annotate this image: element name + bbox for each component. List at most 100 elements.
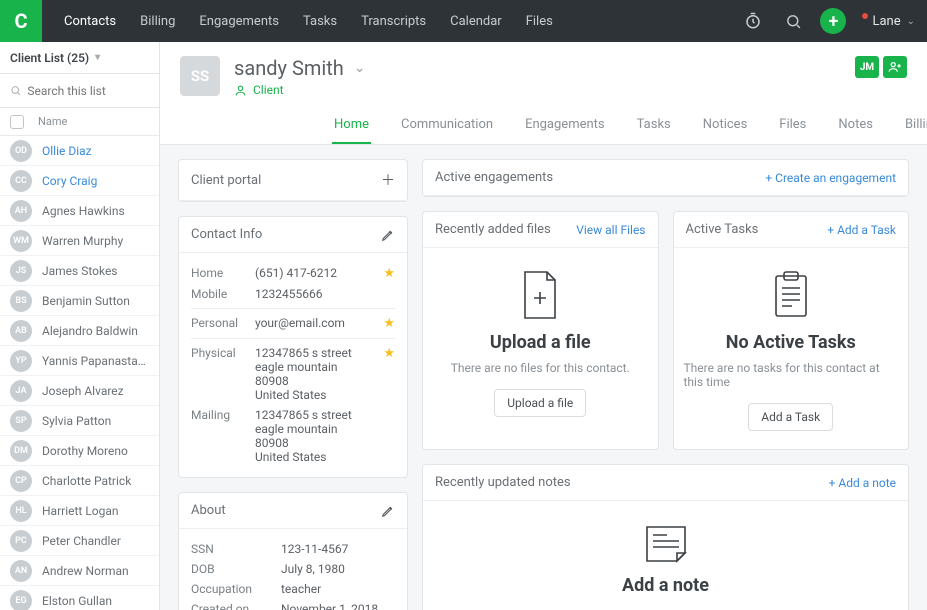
list-item[interactable]: BS Benjamin Sutton [0, 286, 159, 316]
nav-item-engagements[interactable]: Engagements [187, 0, 291, 42]
avatar: AH [10, 200, 32, 222]
contact-info-card: Contact Info Home (651) 417-6212 ★ Mobil… [178, 216, 408, 478]
field-label: Personal [191, 316, 245, 330]
field-label: Occupation [191, 582, 271, 596]
field-row: DOB July 8, 1980 [191, 559, 395, 579]
list-item[interactable]: DM Dorothy Moreno [0, 436, 159, 466]
field-value: November 1, 2018 [281, 602, 395, 610]
plus-icon[interactable]: ＋ [381, 170, 395, 190]
field-label: Physical [191, 346, 245, 360]
star-icon: ★ [383, 346, 395, 361]
add-note-link[interactable]: + Add a note [829, 476, 896, 490]
client-name-label: Harriett Logan [42, 504, 119, 518]
tab-notices[interactable]: Notices [701, 117, 750, 144]
list-item[interactable]: PC Peter Chandler [0, 526, 159, 556]
user-menu[interactable]: Lane ⌄ [860, 14, 915, 29]
list-item[interactable]: JA Joseph Alvarez [0, 376, 159, 406]
add-member-button[interactable] [883, 56, 907, 78]
chevron-down-icon: ⌄ [907, 16, 915, 27]
nav-item-calendar[interactable]: Calendar [438, 0, 514, 42]
field-value: your@email.com [255, 316, 369, 330]
avatar: OD [10, 140, 32, 162]
chevron-down-icon[interactable]: ⌄ [354, 60, 366, 76]
avatar: PC [10, 530, 32, 552]
field-label: SSN [191, 542, 271, 556]
notification-dot-icon [862, 13, 868, 19]
tab-home[interactable]: Home [332, 117, 371, 144]
field-value: 1232455666 [255, 287, 395, 301]
edit-icon[interactable] [381, 504, 395, 518]
contact-avatar: SS [180, 56, 220, 96]
recently-updated-notes-card: Recently updated notes + Add a note Add … [422, 464, 909, 610]
profile-header: SS sandy Smith ⌄ Client JM [160, 42, 927, 145]
app-logo[interactable]: C [0, 0, 42, 42]
avatar: EG [10, 590, 32, 610]
name-column-header: Name [38, 115, 67, 128]
tab-notes[interactable]: Notes [836, 117, 875, 144]
field-value: (651) 417-6212 [255, 266, 369, 280]
timer-icon[interactable] [740, 8, 766, 34]
field-row: SSN 123-11-4567 [191, 539, 395, 559]
search-icon[interactable] [780, 8, 806, 34]
client-list-dropdown[interactable]: Client List (25) ▾ [0, 42, 159, 74]
nav-item-files[interactable]: Files [514, 0, 565, 42]
list-item[interactable]: AN Andrew Norman [0, 556, 159, 586]
star-icon: ★ [383, 266, 395, 281]
list-item[interactable]: AH Agnes Hawkins [0, 196, 159, 226]
client-name-label: Sylvia Patton [42, 414, 111, 428]
field-value: 12347865 s streeteagle mountain80908Unit… [255, 408, 395, 464]
list-item[interactable]: WM Warren Murphy [0, 226, 159, 256]
list-item[interactable]: OD Ollie Diaz [0, 136, 159, 166]
tasks-heading: No Active Tasks [726, 332, 856, 353]
notes-heading: Add a note [622, 575, 709, 596]
notes-card-title: Recently updated notes [435, 475, 571, 490]
client-name-label: Peter Chandler [42, 534, 121, 548]
list-item[interactable]: YP Yannis Papanastasopou [0, 346, 159, 376]
add-task-button[interactable]: Add a Task [748, 403, 833, 431]
active-tasks-card: Active Tasks + Add a Task No Active Task… [673, 211, 910, 450]
field-row: Physical 12347865 s streeteagle mountain… [191, 343, 395, 405]
search-input[interactable] [27, 84, 149, 98]
create-engagement-link[interactable]: + Create an engagement [765, 171, 896, 185]
tab-billing[interactable]: Billing [903, 117, 927, 144]
field-label: Mailing [191, 408, 245, 422]
upload-file-button[interactable]: Upload a file [494, 389, 586, 417]
star-icon: ★ [383, 316, 395, 331]
field-label: Created on [191, 602, 271, 610]
client-name-label: Joseph Alvarez [42, 384, 124, 398]
profile-tabs: Home Communication Engagements Tasks Notices… [180, 117, 907, 144]
nav-item-tasks[interactable]: Tasks [291, 0, 349, 42]
tab-files[interactable]: Files [777, 117, 808, 144]
avatar: JA [10, 380, 32, 402]
nav-item-contacts[interactable]: Contacts [52, 0, 128, 42]
nav-item-transcripts[interactable]: Transcripts [349, 0, 438, 42]
client-name-label: Alejandro Baldwin [42, 324, 138, 338]
add-button[interactable]: + [820, 8, 846, 34]
list-item[interactable]: JS James Stokes [0, 256, 159, 286]
edit-icon[interactable] [381, 228, 395, 242]
list-item[interactable]: EG Elston Gullan [0, 586, 159, 610]
tasks-card-title: Active Tasks [686, 222, 759, 237]
list-item[interactable]: HL Harriett Logan [0, 496, 159, 526]
list-item[interactable]: AB Alejandro Baldwin [0, 316, 159, 346]
tab-tasks[interactable]: Tasks [635, 117, 673, 144]
note-icon [643, 523, 689, 563]
select-all-checkbox[interactable] [10, 115, 24, 129]
field-row: Mailing 12347865 s streeteagle mountain8… [191, 405, 395, 467]
list-item[interactable]: SP Sylvia Patton [0, 406, 159, 436]
search-icon [10, 84, 21, 97]
view-all-files-link[interactable]: View all Files [576, 223, 645, 237]
client-name-label: Warren Murphy [42, 234, 123, 248]
avatar: YP [10, 350, 32, 372]
list-item[interactable]: CC Cory Craig [0, 166, 159, 196]
add-task-link[interactable]: + Add a Task [827, 223, 896, 237]
avatar: CC [10, 170, 32, 192]
tab-engagements[interactable]: Engagements [523, 117, 607, 144]
user-badge-jm[interactable]: JM [855, 56, 879, 78]
nav-item-billing[interactable]: Billing [128, 0, 187, 42]
person-icon [234, 84, 247, 97]
tab-communication[interactable]: Communication [399, 117, 495, 144]
avatar: DM [10, 440, 32, 462]
list-item[interactable]: CP Charlotte Patrick [0, 466, 159, 496]
client-name-label: Cory Craig [42, 174, 97, 188]
